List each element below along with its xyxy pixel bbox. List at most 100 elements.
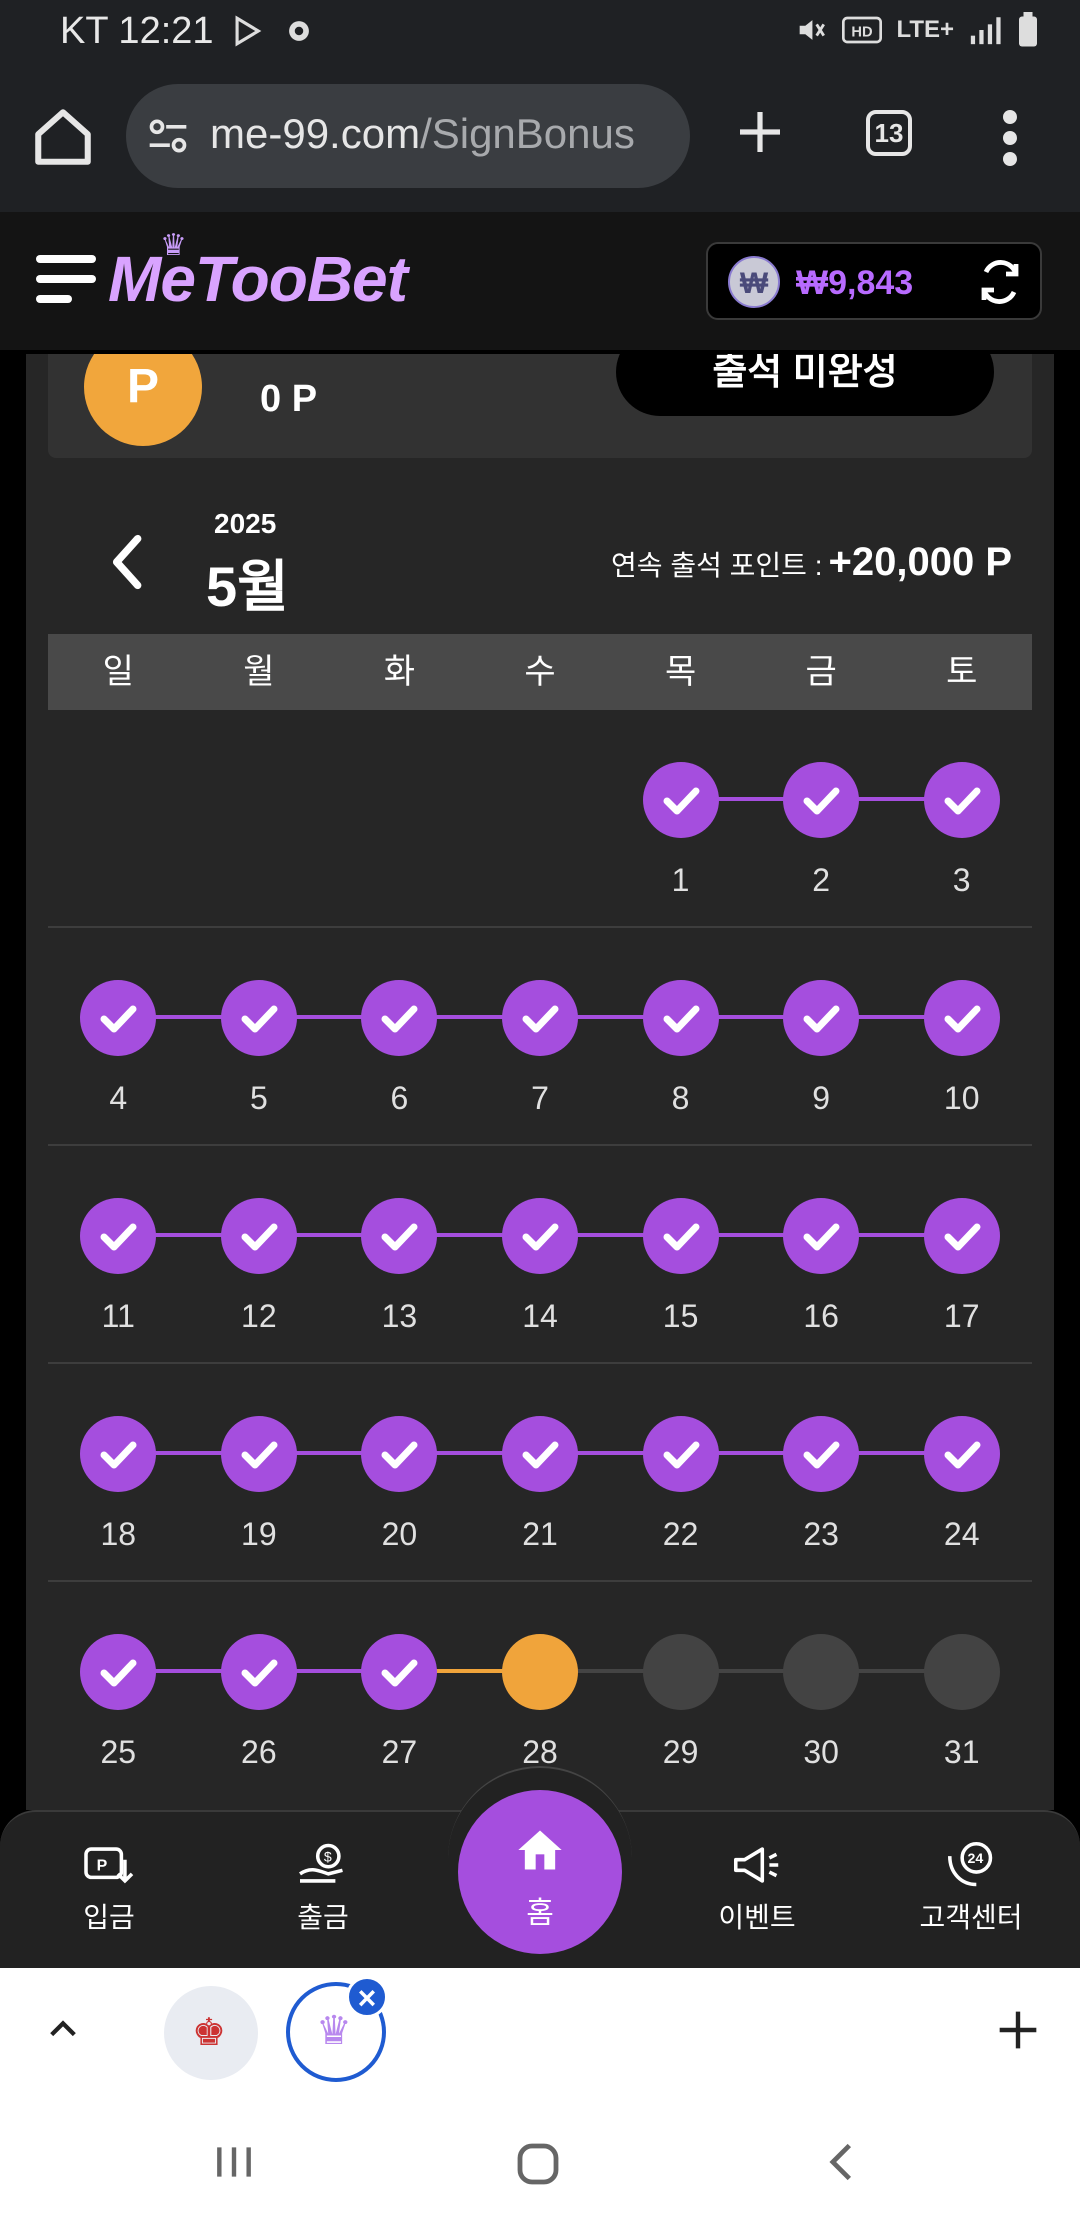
weekday-wed: 수 [524, 653, 556, 691]
svg-text:$: $ [324, 1848, 332, 1864]
balance-widget[interactable]: ₩ ₩9,843 [706, 242, 1042, 320]
attended-check-icon [361, 1634, 438, 1710]
pending-day-marker [642, 1634, 719, 1710]
refresh-icon[interactable] [976, 258, 1024, 306]
tab-favicon-icon: ♚ [192, 2012, 227, 2054]
attended-check-icon [80, 1634, 157, 1710]
hamburger-menu-icon[interactable] [36, 252, 96, 306]
attended-check-icon [80, 980, 157, 1056]
browser-toolbar: me-99.com/SignBonus 13 [0, 64, 1080, 212]
nav-home-button[interactable]: 홈 [458, 1790, 622, 1954]
attended-check-icon [783, 980, 860, 1056]
points-card: P 0 P 출석 미완성 [48, 354, 1032, 458]
calendar-day-number: 15 [662, 1298, 699, 1334]
calendar-day-26: 26 [220, 1634, 297, 1770]
attended-check-icon [783, 1416, 860, 1492]
site-settings-icon[interactable] [146, 114, 190, 158]
close-tab-icon[interactable]: × [346, 1976, 388, 2018]
calendar-day-number: 16 [803, 1298, 839, 1334]
calendar-day-29: 29 [642, 1634, 719, 1770]
hd-call-icon: HD [842, 16, 883, 44]
calendar-day-24: 24 [923, 1416, 1000, 1552]
calendar-day-28: 28 [502, 1634, 578, 1770]
attended-check-icon [361, 1198, 438, 1274]
calendar-day-number: 9 [812, 1080, 831, 1116]
calendar-day-27: 27 [361, 1634, 438, 1770]
calendar-month: 5월 [206, 555, 289, 618]
system-home-icon[interactable] [514, 2140, 562, 2188]
attended-check-icon [502, 1198, 578, 1274]
nav-support[interactable]: 24 고객센터 [896, 1842, 1046, 1936]
url-bar[interactable]: me-99.com/SignBonus [126, 84, 690, 188]
calendar-week: 1 2 3 [48, 710, 1032, 928]
calendar-day-number: 14 [522, 1298, 558, 1334]
calendar-day-16: 16 [783, 1198, 860, 1334]
add-tab-plus-icon[interactable] [996, 2008, 1040, 2052]
status-time: KT 12:21 [60, 10, 214, 52]
system-back-icon[interactable] [820, 2140, 864, 2184]
calendar-day-5: 5 [220, 980, 297, 1116]
calendar-day-number: 18 [100, 1516, 137, 1552]
calendar-day-number: 23 [803, 1516, 839, 1552]
attended-check-icon [80, 1416, 157, 1492]
balance-amount: ₩9,843 [796, 264, 914, 302]
attended-check-icon [220, 980, 297, 1056]
weekday-header: 일 월 화 수 목 금 토 [48, 634, 1032, 710]
attendance-status-button[interactable]: 출석 미완성 [616, 354, 994, 416]
crown-favicon-icon: ♛ [316, 2009, 352, 2053]
settings-gear-icon [289, 21, 309, 41]
more-menu-icon[interactable] [1000, 110, 1020, 166]
calendar-day-21: 21 [502, 1416, 578, 1552]
chevron-up-icon[interactable] [46, 2012, 80, 2046]
calendar-day-number: 17 [943, 1298, 980, 1334]
pending-day-marker [923, 1634, 1000, 1710]
support-24-icon: 24 [948, 1842, 993, 1887]
tab-switcher-button[interactable]: 13 [866, 110, 912, 156]
calendar-day-11: 11 [80, 1198, 157, 1334]
tab-thumbnail-1[interactable]: ♚ [164, 1986, 258, 2080]
calendar-day-9: 9 [783, 980, 860, 1116]
calendar-year: 2025 [214, 508, 277, 539]
attended-check-icon [220, 1634, 297, 1710]
calendar-day-number: 31 [943, 1734, 980, 1770]
browser-tab-strip: ♚ ♛ × [0, 1968, 1080, 2100]
attended-check-icon [923, 1416, 1000, 1492]
battery-icon [1019, 12, 1037, 47]
nav-event[interactable]: 이벤트 [682, 1842, 832, 1936]
points-badge: P [84, 354, 202, 446]
calendar-day-20: 20 [361, 1416, 438, 1552]
won-coin-icon: ₩ [728, 256, 780, 308]
previous-month-chevron-icon[interactable] [106, 534, 146, 590]
site-logo[interactable]: ♛ MeTooBet [108, 229, 408, 316]
streak-label: 연속 출석 포인트 : [611, 550, 823, 581]
weekday-thu: 목 [664, 653, 697, 691]
recent-apps-icon[interactable] [212, 2140, 256, 2184]
attended-check-icon [361, 1416, 438, 1492]
calendar-day-number: 24 [943, 1516, 980, 1552]
calendar-day-23: 23 [783, 1416, 860, 1552]
calendar-day-number: 8 [671, 1080, 690, 1116]
site-header: ♛ MeTooBet ₩ ₩9,843 [0, 212, 1080, 354]
calendar-day-number: 27 [381, 1734, 418, 1770]
streak-value: +20,000 P [828, 540, 1013, 584]
calendar-day-1: 1 [642, 762, 719, 898]
calendar-week: 4 5 6 7 8 9 10 [48, 928, 1032, 1146]
calendar-day-number: 22 [662, 1516, 699, 1552]
url-text: me-99.com/SignBonus [210, 110, 635, 158]
status-bar: KT 12:21 HD LTE+ [0, 0, 1080, 64]
weekday-sat: 토 [946, 653, 978, 691]
calendar-day-number: 2 [812, 862, 831, 898]
calendar-day-number: 4 [109, 1080, 128, 1116]
calendar-day-25: 25 [80, 1634, 157, 1770]
nav-deposit[interactable]: P 입금 [34, 1842, 184, 1936]
nav-withdraw[interactable]: $ 출금 [248, 1842, 398, 1936]
calendar-day-4: 4 [80, 980, 157, 1116]
nav-event-label: 이벤트 [718, 1902, 796, 1933]
calendar-day-number: 10 [943, 1080, 980, 1116]
svg-text:P: P [97, 1857, 108, 1874]
calendar-day-14: 14 [502, 1198, 578, 1334]
calendar-day-2: 2 [783, 762, 860, 898]
new-tab-plus-icon[interactable] [736, 108, 784, 156]
calendar-day-number: 1 [671, 862, 690, 898]
home-icon[interactable] [30, 104, 96, 170]
